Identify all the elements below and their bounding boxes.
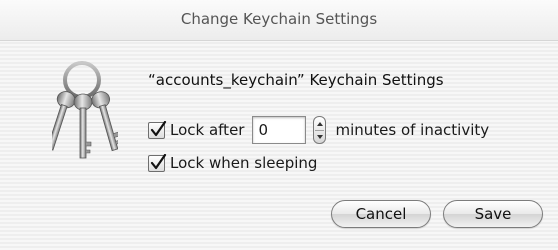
- stepper-down-icon[interactable]: [316, 134, 323, 139]
- minutes-input[interactable]: 0: [252, 116, 307, 144]
- lock-after-row: Lock after 0 minutes of inactivity: [148, 116, 489, 144]
- minutes-stepper[interactable]: [313, 116, 327, 144]
- lock-sleep-row: Lock when sleeping: [148, 153, 318, 172]
- checkmark-icon: [150, 120, 167, 136]
- keychain-settings-sheet: Change Keychain Settings “accounts_keych…: [0, 0, 558, 250]
- checkmark-icon: [150, 153, 167, 169]
- lock-sleep-checkbox[interactable]: [148, 153, 167, 172]
- title-bar: Change Keychain Settings: [0, 0, 558, 41]
- cancel-button[interactable]: Cancel: [331, 200, 431, 228]
- lock-after-checkbox[interactable]: [148, 120, 167, 139]
- dialog-title: Change Keychain Settings: [180, 10, 378, 28]
- save-button[interactable]: Save: [443, 200, 543, 228]
- keychain-keys-icon: [43, 60, 121, 164]
- minutes-suffix-label: minutes of inactivity: [335, 121, 490, 139]
- lock-sleep-label: Lock when sleeping: [170, 154, 318, 172]
- stepper-up-icon[interactable]: [316, 121, 323, 126]
- lock-after-label: Lock after: [170, 121, 245, 139]
- keychain-heading: “accounts_keychain” Keychain Settings: [148, 71, 444, 89]
